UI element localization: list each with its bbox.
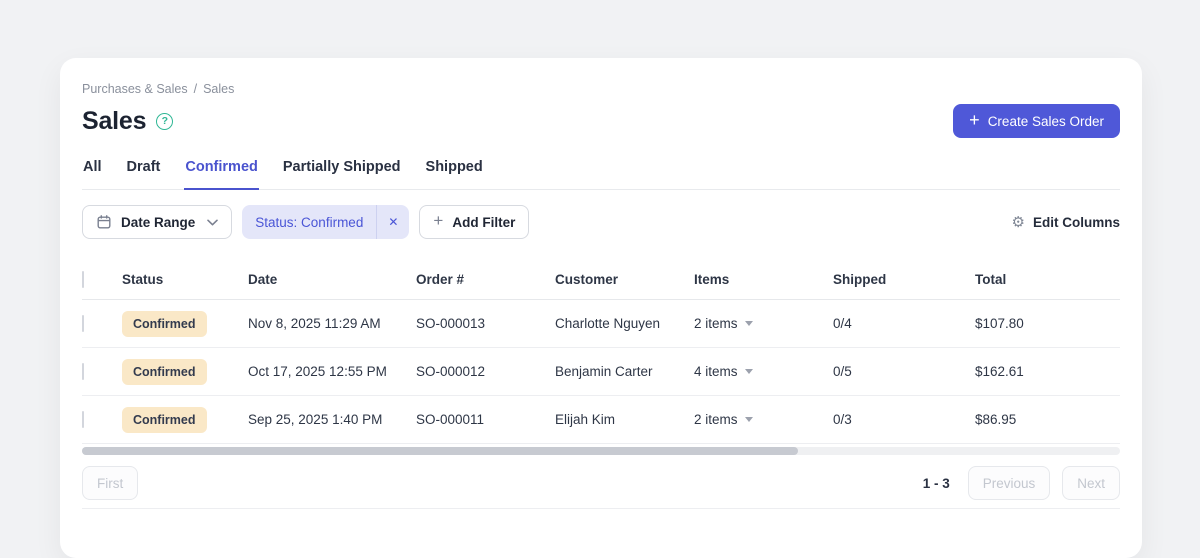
status-badge: Confirmed: [122, 406, 207, 433]
pagination-right: 1 - 3 Previous Next: [923, 466, 1120, 500]
breadcrumb-separator: /: [193, 82, 198, 96]
tab-bar: All Draft Confirmed Partially Shipped Sh…: [82, 159, 1120, 190]
breadcrumb-sales[interactable]: Sales: [203, 82, 234, 96]
sales-orders-table: Status Date Order # Customer Items Shipp…: [82, 259, 1120, 444]
table-row[interactable]: Confirmed Nov 8, 2025 11:29 AM SO-000013…: [82, 300, 1120, 348]
page-range-label: 1 - 3: [922, 475, 950, 491]
table-row[interactable]: Confirmed Sep 25, 2025 1:40 PM SO-000011…: [82, 396, 1120, 444]
status-chip-label: Status: Confirmed: [255, 214, 364, 230]
title-group: Sales ?: [82, 106, 174, 136]
tab-partially-shipped[interactable]: Partially Shipped: [282, 159, 402, 190]
edit-columns-button[interactable]: ⚙ Edit Columns: [1012, 215, 1120, 230]
create-sales-order-label: Create Sales Order: [987, 113, 1104, 129]
close-icon: ✕: [388, 215, 399, 229]
items-count: 4 items: [694, 364, 738, 379]
cell-order-number[interactable]: SO-000012: [416, 364, 555, 379]
triangle-down-icon: [744, 369, 753, 374]
title-row: Sales ? + Create Sales Order: [82, 104, 1120, 138]
first-page-button[interactable]: First: [82, 466, 139, 500]
status-confirmed-filter-chip[interactable]: Status: Confirmed ✕: [242, 205, 410, 239]
page-title: Sales: [82, 106, 147, 135]
cell-order-number[interactable]: SO-000011: [416, 412, 555, 427]
add-filter-label: Add Filter: [452, 214, 516, 230]
cell-date: Nov 8, 2025 11:29 AM: [248, 316, 381, 331]
date-range-dropdown[interactable]: Date Range: [82, 205, 233, 239]
triangle-down-icon: [744, 321, 753, 326]
column-header-order[interactable]: Order #: [416, 272, 555, 287]
column-header-shipped[interactable]: Shipped: [833, 272, 975, 287]
next-page-button[interactable]: Next: [1062, 466, 1120, 500]
cell-total: $162.61: [975, 364, 1024, 379]
add-filter-button[interactable]: + Add Filter: [419, 205, 530, 239]
items-dropdown[interactable]: 4 items: [694, 364, 753, 379]
cell-date: Sep 25, 2025 1:40 PM: [248, 412, 383, 427]
pagination: First 1 - 3 Previous Next: [82, 466, 1120, 500]
date-range-label: Date Range: [121, 214, 196, 230]
tab-all[interactable]: All: [82, 159, 103, 190]
items-dropdown[interactable]: 2 items: [694, 412, 753, 427]
column-header-customer[interactable]: Customer: [555, 272, 694, 287]
sales-card: Purchases & Sales / Sales Sales ? + Crea…: [60, 58, 1142, 558]
edit-columns-label: Edit Columns: [1033, 214, 1120, 230]
table-header-row: Status Date Order # Customer Items Shipp…: [82, 259, 1120, 300]
cell-shipped: 0/5: [833, 364, 852, 379]
breadcrumb-purchases-and-sales[interactable]: Purchases & Sales: [82, 82, 188, 96]
items-count: 2 items: [694, 316, 738, 331]
tab-draft[interactable]: Draft: [126, 159, 162, 190]
calendar-icon: [97, 215, 111, 229]
items-dropdown[interactable]: 2 items: [694, 316, 753, 331]
column-header-date[interactable]: Date: [248, 272, 416, 287]
table-row[interactable]: Confirmed Oct 17, 2025 12:55 PM SO-00001…: [82, 348, 1120, 396]
column-header-status[interactable]: Status: [122, 272, 248, 287]
remove-status-filter-button[interactable]: ✕: [376, 205, 409, 239]
cell-shipped: 0/3: [833, 412, 852, 427]
plus-icon: +: [969, 110, 980, 130]
select-all-checkbox[interactable]: [82, 270, 84, 288]
tab-confirmed[interactable]: Confirmed: [184, 159, 259, 190]
column-header-total[interactable]: Total: [975, 272, 1120, 287]
create-sales-order-button[interactable]: + Create Sales Order: [953, 104, 1120, 138]
row-checkbox[interactable]: [82, 411, 84, 428]
horizontal-scrollbar-track[interactable]: [82, 447, 1120, 455]
help-icon[interactable]: ?: [156, 112, 174, 130]
previous-page-button[interactable]: Previous: [967, 466, 1051, 500]
items-count: 2 items: [694, 412, 738, 427]
row-checkbox[interactable]: [82, 363, 84, 380]
column-header-items[interactable]: Items: [694, 272, 833, 287]
filter-row: Date Range Status: Confirmed ✕ + Add Fil…: [82, 205, 1120, 239]
gear-icon: ⚙: [1011, 213, 1025, 231]
cell-total: $107.80: [975, 316, 1024, 331]
chevron-down-icon: [207, 218, 219, 225]
plus-icon: +: [433, 211, 444, 230]
triangle-down-icon: [744, 417, 753, 422]
cell-customer: Elijah Kim: [555, 412, 616, 427]
cell-shipped: 0/4: [833, 316, 852, 331]
tab-shipped[interactable]: Shipped: [425, 159, 484, 190]
status-badge: Confirmed: [122, 310, 207, 337]
cell-date: Oct 17, 2025 12:55 PM: [248, 364, 387, 379]
cell-customer: Benjamin Carter: [555, 364, 653, 379]
cell-order-number[interactable]: SO-000013: [416, 316, 555, 331]
status-badge: Confirmed: [122, 358, 207, 385]
bottom-divider: [82, 508, 1120, 509]
row-checkbox[interactable]: [82, 315, 84, 332]
cell-total: $86.95: [975, 412, 1017, 427]
cell-customer: Charlotte Nguyen: [555, 316, 661, 331]
horizontal-scrollbar-thumb[interactable]: [82, 447, 799, 455]
breadcrumb: Purchases & Sales / Sales: [82, 82, 1120, 96]
